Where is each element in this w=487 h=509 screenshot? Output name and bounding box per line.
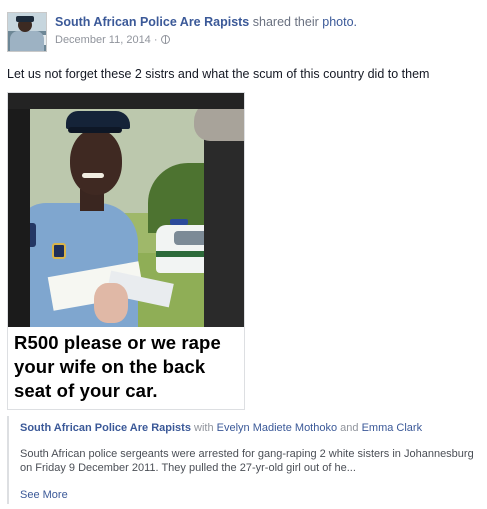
avatar-figure-body bbox=[10, 31, 44, 51]
shared-page-link[interactable]: South African Police Are Rapists bbox=[20, 422, 191, 434]
globe-icon[interactable] bbox=[160, 35, 170, 44]
post-timestamp[interactable]: December 11, 2014 · bbox=[55, 34, 158, 46]
shared-and-text: and bbox=[340, 422, 359, 434]
post-header: South African Police Are Rapists shared … bbox=[7, 12, 477, 52]
feed-post: South African Police Are Rapists shared … bbox=[0, 0, 487, 509]
scene-officer-smile bbox=[82, 173, 104, 178]
page-avatar[interactable] bbox=[7, 12, 47, 52]
shared-post-attachment: South African Police Are Rapists with Ev… bbox=[7, 416, 477, 504]
scene-cap-brim bbox=[68, 127, 122, 133]
post-date-line: December 11, 2014 · bbox=[55, 33, 475, 47]
scene-badge bbox=[52, 243, 66, 259]
post-author-line: South African Police Are Rapists shared … bbox=[55, 14, 475, 30]
post-photo[interactable]: R500 please or we rape your wife on the … bbox=[7, 92, 245, 410]
shared-post-body-line: on Friday 9 December 2011. They pulled t… bbox=[20, 462, 356, 474]
post-meta: South African Police Are Rapists shared … bbox=[55, 14, 475, 47]
post-caption: Let us not forget these 2 sistrs and wha… bbox=[7, 67, 430, 81]
scene-officer-head bbox=[70, 129, 122, 195]
shared-post-body: South African police sergeants were arre… bbox=[20, 447, 480, 475]
scene-car-frame bbox=[8, 93, 30, 327]
shared-with-text: with bbox=[194, 422, 214, 434]
photo-link[interactable]: photo. bbox=[322, 15, 357, 29]
avatar-figure-cap bbox=[16, 16, 34, 22]
meme-text: R500 please or we rape your wife on the … bbox=[14, 331, 242, 403]
shared-post-title: South African Police Are Rapists with Ev… bbox=[20, 421, 422, 435]
tagged-person-2[interactable]: Emma Clark bbox=[362, 422, 423, 434]
scene-car-light bbox=[170, 219, 188, 225]
meme-line: your wife on the back bbox=[14, 356, 206, 377]
photo-scene bbox=[8, 93, 244, 327]
tagged-person-1[interactable]: Evelyn Madiete Mothoko bbox=[217, 422, 337, 434]
meme-line: seat of your car. bbox=[14, 380, 158, 401]
meme-line: R500 please or we rape bbox=[14, 332, 221, 353]
scene-hand bbox=[94, 283, 128, 323]
shared-text: shared their bbox=[252, 15, 319, 29]
see-more-link[interactable]: See More bbox=[20, 488, 68, 502]
scene-car-roof bbox=[8, 93, 244, 109]
page-name-link[interactable]: South African Police Are Rapists bbox=[55, 15, 249, 29]
shared-post-body-line: South African police sergeants were arre… bbox=[20, 448, 474, 460]
